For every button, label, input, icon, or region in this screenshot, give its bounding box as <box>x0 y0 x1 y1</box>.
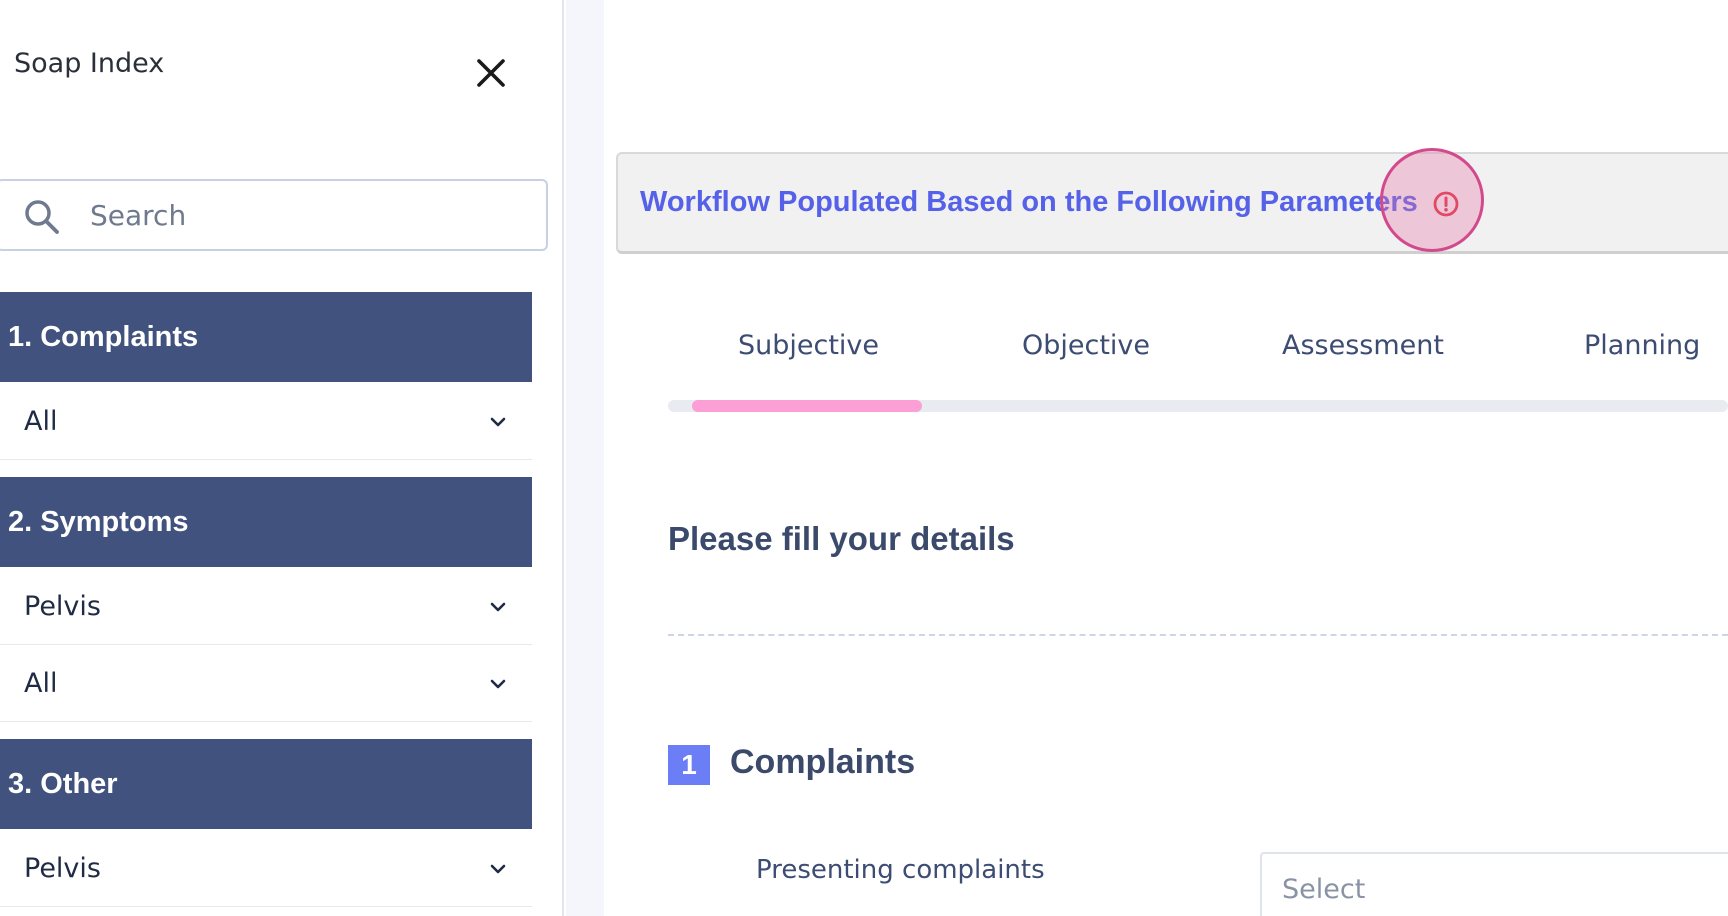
search-input[interactable] <box>90 193 530 237</box>
chevron-down-icon <box>490 417 506 427</box>
other-region-dropdown[interactable]: Pelvis <box>0 831 532 907</box>
section-header-other[interactable]: 3. Other <box>0 739 532 829</box>
main-gutter <box>566 0 604 916</box>
chevron-down-icon <box>490 864 506 874</box>
active-tab-indicator <box>692 400 922 412</box>
sidebar-title: Soap Index <box>14 48 165 79</box>
tab-objective[interactable]: Objective <box>1022 330 1150 361</box>
select-placeholder: Select <box>1282 874 1366 905</box>
section-number-badge: 1 <box>668 745 710 785</box>
tab-subjective[interactable]: Subjective <box>738 330 879 361</box>
search-box[interactable] <box>0 179 548 251</box>
dropdown-value: All <box>24 406 58 437</box>
symptoms-region-dropdown[interactable]: Pelvis <box>0 569 532 645</box>
soap-index-sidebar: Soap Index 1. Complaints All 2. Symptoms… <box>0 0 564 916</box>
complaints-filter-dropdown[interactable]: All <box>0 384 532 460</box>
form-heading: Please fill your details <box>668 520 1015 557</box>
section-header-complaints[interactable]: 1. Complaints <box>0 292 532 382</box>
main-content: Workflow Populated Based on the Followin… <box>566 0 1728 916</box>
dropdown-value: Pelvis <box>24 591 101 622</box>
section-title: Complaints <box>730 743 916 781</box>
search-icon <box>25 200 59 234</box>
section-divider <box>668 634 1728 636</box>
chevron-down-icon <box>490 679 506 689</box>
section-header-symptoms[interactable]: 2. Symptoms <box>0 477 532 567</box>
dropdown-value: Pelvis <box>24 853 101 884</box>
presenting-complaints-label: Presenting complaints <box>756 855 1045 885</box>
symptoms-filter-dropdown[interactable]: All <box>0 646 532 722</box>
dropdown-value: All <box>24 668 58 699</box>
workflow-banner[interactable]: Workflow Populated Based on the Followin… <box>616 152 1728 254</box>
tab-assessment[interactable]: Assessment <box>1282 330 1444 361</box>
banner-text[interactable]: Workflow Populated Based on the Followin… <box>640 186 1418 219</box>
close-icon[interactable] <box>470 52 512 94</box>
chevron-down-icon <box>490 602 506 612</box>
tab-planning[interactable]: Planning <box>1584 330 1700 361</box>
alert-circle-icon[interactable] <box>1432 190 1460 218</box>
presenting-complaints-select[interactable]: Select <box>1260 852 1728 916</box>
